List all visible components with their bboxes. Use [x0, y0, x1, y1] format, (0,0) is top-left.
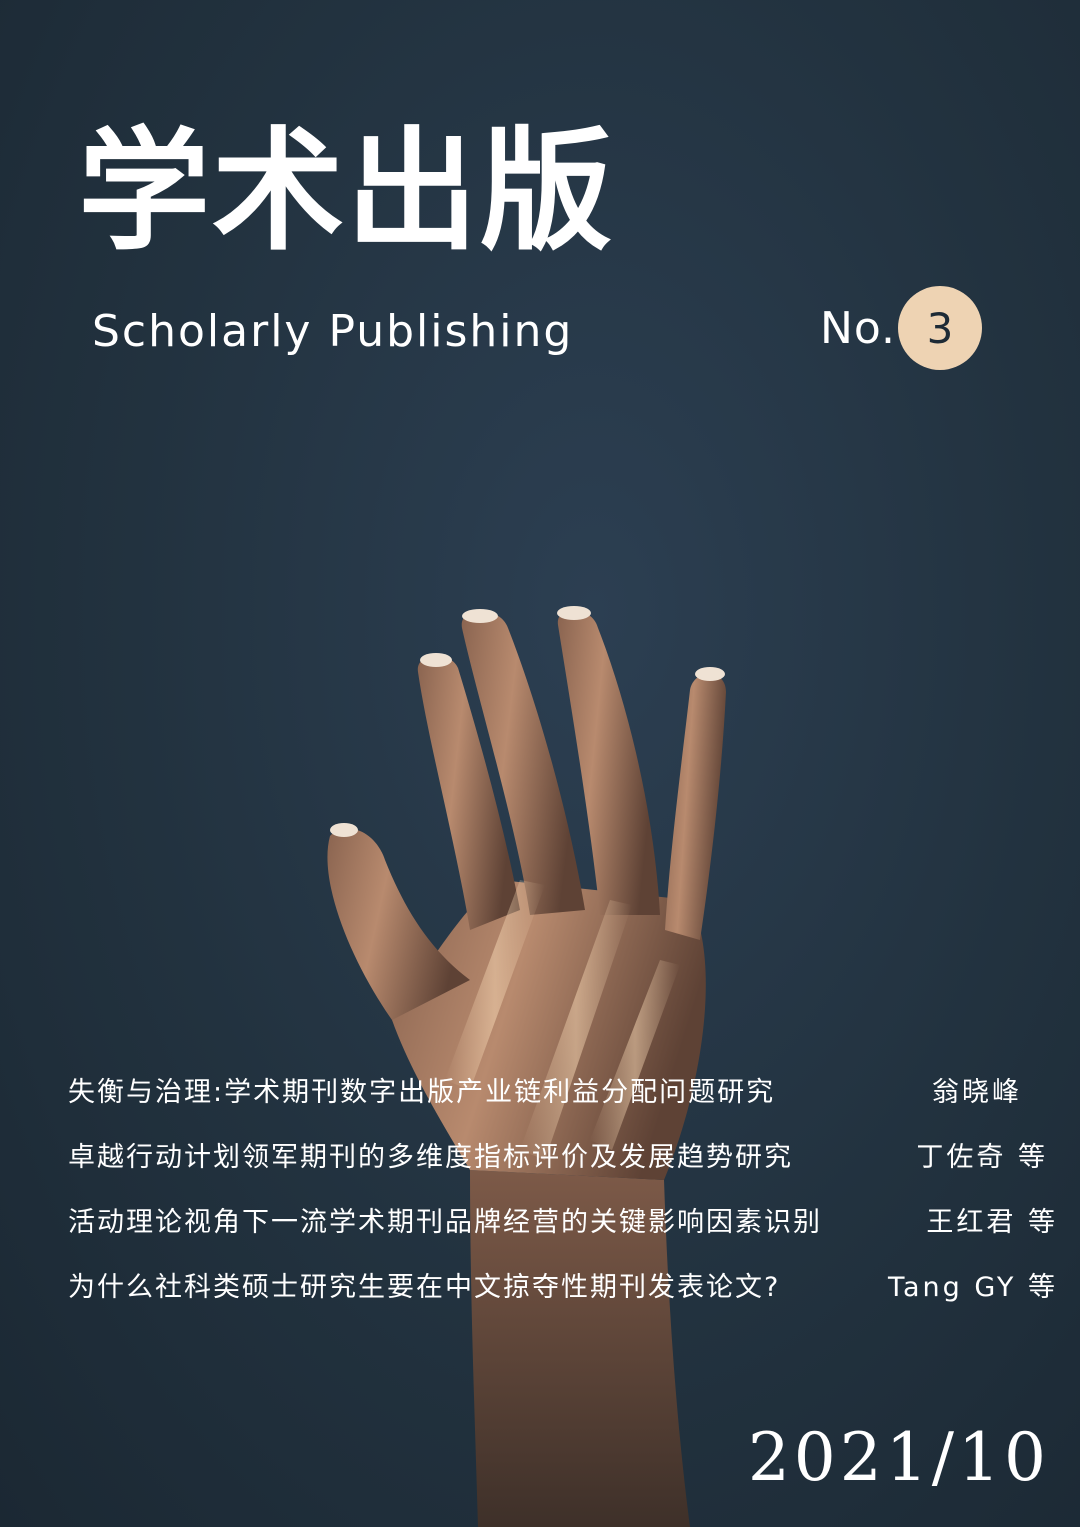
article-title: 失衡与治理:学术期刊数字出版产业链利益分配问题研究	[68, 1077, 776, 1108]
article-author: Tang GY 等	[887, 1272, 1058, 1303]
article-row: 活动理论视角下一流学术期刊品牌经营的关键影响因素识别 王红君 等	[68, 1198, 1058, 1263]
cover-title-english: Scholarly Publishing	[92, 306, 574, 357]
issue-number: 3	[926, 303, 954, 353]
article-title: 活动理论视角下一流学术期刊品牌经营的关键影响因素识别	[68, 1207, 822, 1238]
article-title: 为什么社科类硕士研究生要在中文掠夺性期刊发表论文?	[68, 1272, 781, 1303]
issue-prefix: No.	[820, 302, 897, 354]
article-title: 卓越行动计划领军期刊的多维度指标评价及发展趋势研究	[68, 1142, 793, 1173]
article-author: 翁晓峰	[932, 1077, 1022, 1108]
cover-title-chinese: 学术出版	[78, 114, 614, 269]
magazine-cover: 学术出版 Scholarly Publishing No. 3 失衡与治理:学术…	[0, 0, 1080, 1527]
issue-number-badge: 3	[898, 286, 983, 370]
issue-date: 2021/10	[747, 1419, 1050, 1496]
article-author: 丁佐奇 等	[916, 1142, 1048, 1173]
article-row: 卓越行动计划领军期刊的多维度指标评价及发展趋势研究 丁佐奇 等	[68, 1133, 1058, 1198]
article-row: 失衡与治理:学术期刊数字出版产业链利益分配问题研究 翁晓峰	[68, 1068, 1058, 1133]
issue-label: No. 3	[820, 286, 983, 370]
article-row: 为什么社科类硕士研究生要在中文掠夺性期刊发表论文? Tang GY 等	[68, 1263, 1058, 1328]
article-author: 王红君 等	[926, 1207, 1058, 1238]
table-of-contents: 失衡与治理:学术期刊数字出版产业链利益分配问题研究 翁晓峰 卓越行动计划领军期刊…	[68, 1068, 1058, 1328]
